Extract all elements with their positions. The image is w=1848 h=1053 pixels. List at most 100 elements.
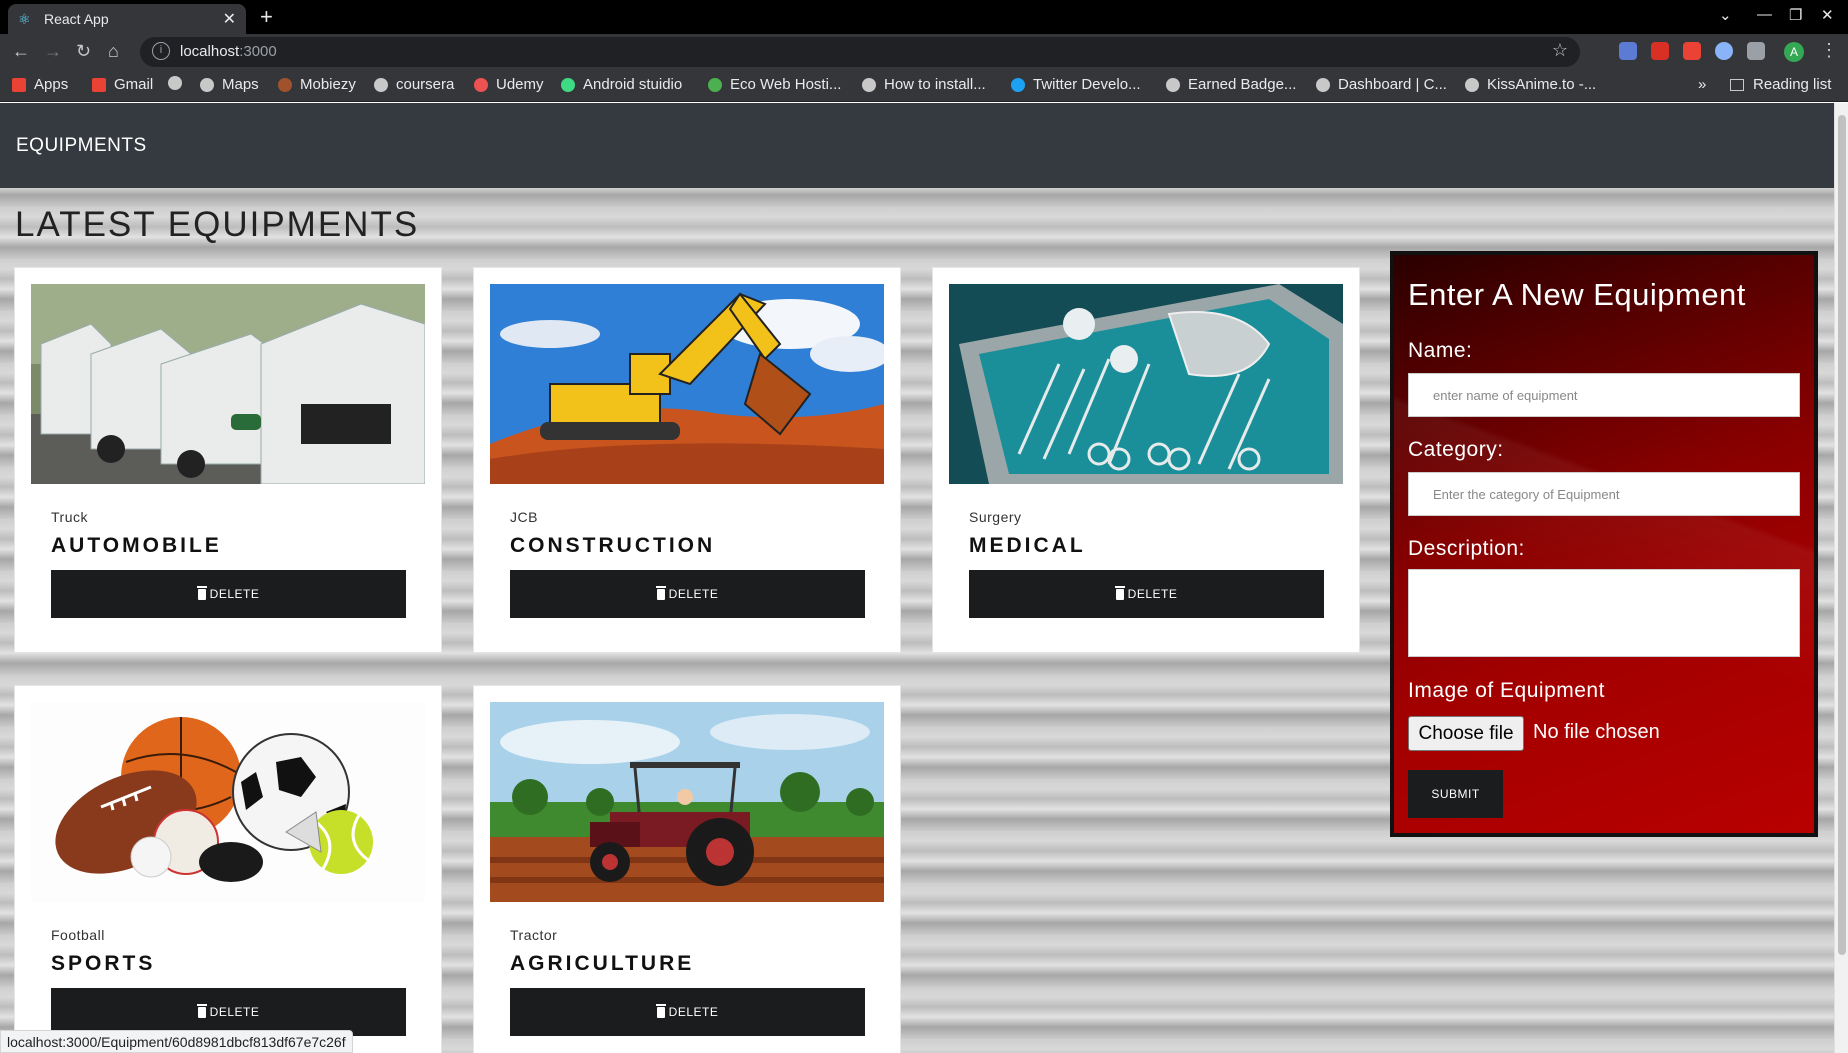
description-label: Description: [1408, 537, 1525, 560]
scrollbar-thumb[interactable] [1838, 115, 1846, 955]
bookmark-android-studio[interactable]: Android stuidio [561, 76, 682, 93]
equipment-name: Tractor [510, 927, 558, 943]
tab-bar: ⚛ React App ✕ + ⌄ — ❐ ✕ [0, 0, 1848, 34]
new-equipment-form: Enter A New Equipment Name: enter name o… [1390, 251, 1818, 837]
equipment-image-sports-balls [31, 702, 425, 902]
equipment-card: JCB CONSTRUCTION DELETE [473, 267, 901, 653]
extension-circle-icon[interactable] [1715, 42, 1733, 60]
equipment-name: Truck [51, 509, 88, 525]
maximize-icon[interactable]: ❐ [1789, 6, 1802, 24]
description-textarea[interactable] [1408, 569, 1800, 657]
globe-icon [374, 77, 388, 92]
equipment-category: AGRICULTURE [510, 952, 695, 975]
url-text: localhost:3000 [180, 43, 277, 60]
globe-icon [1316, 77, 1330, 92]
equipment-category: SPORTS [51, 952, 156, 975]
bookmark-twitter[interactable]: Twitter Develo... [1011, 76, 1141, 93]
bookmark-kissanime[interactable]: KissAnime.to -... [1465, 76, 1596, 93]
udemy-icon [474, 77, 488, 92]
bookmark-coursera[interactable]: coursera [374, 76, 454, 93]
bookmark-apps[interactable]: Apps [12, 76, 68, 93]
delete-button[interactable]: DELETE [51, 988, 406, 1036]
extension-badge-icon[interactable] [1651, 42, 1669, 60]
name-input[interactable]: enter name of equipment [1408, 373, 1800, 417]
extension-red-icon[interactable] [1683, 42, 1701, 60]
globe-icon [1166, 77, 1180, 92]
bookmark-udemy[interactable]: Udemy [474, 76, 544, 93]
equipment-category: AUTOMOBILE [51, 534, 222, 557]
category-label: Category: [1408, 438, 1504, 461]
reading-list-button[interactable]: Reading list [1730, 76, 1831, 93]
bookmark-mobiezy[interactable]: Mobiezy [278, 76, 356, 93]
mobiezy-icon [278, 77, 292, 92]
gmail-icon [92, 77, 106, 92]
equipment-name: Football [51, 927, 105, 943]
bookmark-gmail[interactable]: Gmail [92, 76, 153, 93]
delete-button[interactable]: DELETE [51, 570, 406, 618]
app-navbar: EQUIPMENTS [0, 103, 1834, 188]
browser-tab[interactable]: ⚛ React App ✕ [8, 4, 246, 34]
tab-search-icon[interactable]: ⌄ [1719, 6, 1732, 24]
menu-dots-icon[interactable]: ⋮ [1820, 40, 1838, 60]
globe-icon [1465, 77, 1479, 92]
link-status-bar: localhost:3000/Equipment/60d8981dbcf813d… [0, 1030, 353, 1053]
choose-file-button[interactable]: Choose file [1408, 716, 1524, 751]
home-icon[interactable]: ⌂ [108, 41, 119, 61]
close-window-icon[interactable]: ✕ [1821, 6, 1834, 24]
forward-icon[interactable]: → [44, 41, 62, 61]
reading-list-icon [1730, 78, 1744, 91]
bookmark-globe[interactable] [168, 76, 190, 90]
bookmark-eco-web[interactable]: Eco Web Hosti... [708, 76, 841, 93]
star-icon[interactable]: ☆ [1552, 40, 1568, 61]
trash-icon [1114, 585, 1125, 600]
bookmark-dashboard[interactable]: Dashboard | C... [1316, 76, 1447, 93]
file-status: No file chosen [1533, 721, 1660, 743]
bookmark-earned-badge[interactable]: Earned Badge... [1166, 76, 1296, 93]
page-title: LATEST EQUIPMENTS [15, 205, 420, 244]
trash-icon [196, 1003, 207, 1018]
bookmarks-overflow-button[interactable]: » [1698, 76, 1706, 93]
equipment-image-trucks [31, 284, 425, 484]
equipment-card: Truck AUTOMOBILE DELETE [14, 267, 442, 653]
globe-icon [168, 76, 182, 90]
info-icon[interactable]: i [152, 42, 170, 60]
globe-icon [862, 77, 876, 92]
submit-button[interactable]: SUBMIT [1408, 770, 1503, 818]
equipment-card: Surgery MEDICAL DELETE [932, 267, 1360, 653]
form-title: Enter A New Equipment [1408, 277, 1746, 312]
address-bar[interactable]: i localhost:3000 ☆ [140, 37, 1580, 67]
equipment-category: CONSTRUCTION [510, 534, 716, 557]
trash-icon [655, 1003, 666, 1018]
leaf-icon [708, 77, 722, 92]
delete-button[interactable]: DELETE [510, 570, 865, 618]
equipment-image-tractor [490, 702, 884, 902]
back-icon[interactable]: ← [12, 41, 30, 61]
globe-icon [200, 77, 214, 92]
bookmark-how-to-install[interactable]: How to install... [862, 76, 986, 93]
equipment-name: JCB [510, 509, 538, 525]
delete-button[interactable]: DELETE [510, 988, 865, 1036]
image-label: Image of Equipment [1408, 679, 1605, 702]
navbar-brand[interactable]: EQUIPMENTS [16, 135, 147, 157]
new-tab-icon[interactable]: + [260, 4, 273, 30]
profile-avatar[interactable]: A [1784, 42, 1804, 62]
close-tab-icon[interactable]: ✕ [223, 9, 236, 29]
category-input[interactable]: Enter the category of Equipment [1408, 472, 1800, 516]
page-scrollbar[interactable] [1834, 103, 1848, 1053]
equipment-image-surgical-tools [949, 284, 1343, 484]
twitter-icon [1011, 77, 1025, 92]
extension-puzzle-blue-icon[interactable] [1619, 42, 1637, 60]
minimize-icon[interactable]: — [1757, 6, 1772, 23]
delete-button[interactable]: DELETE [969, 570, 1324, 618]
equipment-name: Surgery [969, 509, 1022, 525]
trash-icon [196, 585, 207, 600]
react-icon: ⚛ [18, 11, 31, 27]
extensions-puzzle-icon[interactable] [1747, 42, 1765, 60]
trash-icon [655, 585, 666, 600]
reload-icon[interactable]: ↻ [76, 41, 91, 61]
equipment-category: MEDICAL [969, 534, 1086, 557]
equipment-image-excavator [490, 284, 884, 484]
android-icon [561, 77, 575, 92]
bookmark-maps[interactable]: Maps [200, 76, 259, 93]
page-content: EQUIPMENTS LATEST EQUIPMENTS Truck AUTOM… [0, 103, 1834, 1053]
